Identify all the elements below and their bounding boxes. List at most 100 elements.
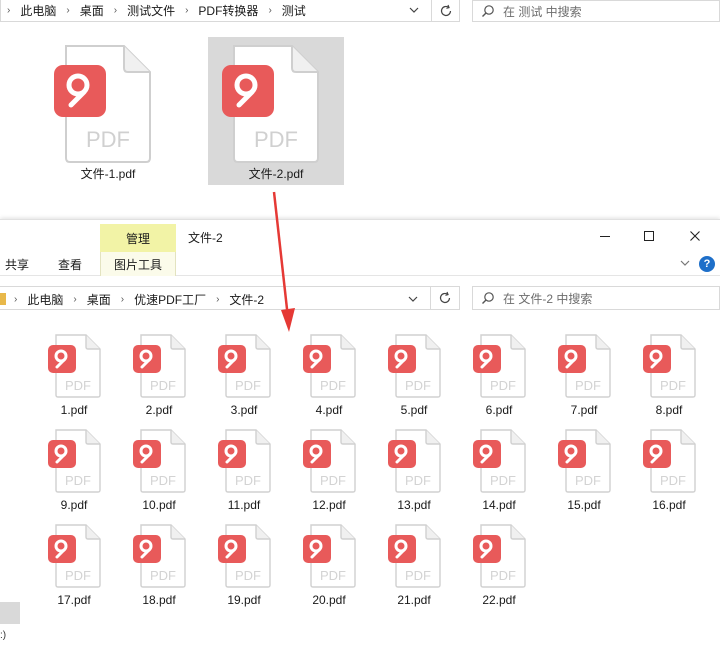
svg-text:PDF: PDF	[235, 568, 261, 583]
breadcrumb-item[interactable]: 桌面	[83, 291, 115, 308]
file-item[interactable]: PDF 17.pdf	[38, 523, 110, 609]
pdf-file-icon: PDF	[388, 334, 441, 398]
file-item[interactable]: PDF 11.pdf	[208, 428, 280, 514]
minimize-icon	[600, 236, 610, 237]
chevron-down-icon[interactable]	[403, 0, 425, 20]
file-name: 3.pdf	[230, 403, 258, 417]
breadcrumb-item[interactable]: 测试	[278, 2, 310, 19]
svg-text:PDF: PDF	[320, 568, 346, 583]
file-item[interactable]: PDF 22.pdf	[463, 523, 535, 609]
navigation-pane[interactable]: :)	[0, 320, 20, 645]
file-name: 9.pdf	[60, 498, 88, 512]
chevron-right-icon: ›	[113, 4, 118, 16]
pdf-file-icon: PDF	[303, 334, 356, 398]
refresh-button[interactable]	[430, 287, 458, 309]
breadcrumb: › 此电脑 › 桌面 › 优速PDF工厂 › 文件-2	[0, 289, 268, 309]
file-name: 1.pdf	[60, 403, 88, 417]
svg-text:PDF: PDF	[65, 378, 91, 393]
pdf-file-icon: PDF	[303, 524, 356, 588]
file-name: 文件-1.pdf	[80, 167, 136, 181]
breadcrumb-item[interactable]: 桌面	[76, 2, 108, 19]
address-bar[interactable]: › 此电脑 › 桌面 › 优速PDF工厂 › 文件-2	[0, 286, 460, 310]
file-item[interactable]: PDF 16.pdf	[633, 428, 705, 514]
search-input[interactable]: 在 测试 中搜索	[472, 0, 720, 22]
chevron-right-icon: ›	[216, 293, 220, 305]
tab-share[interactable]: 共享	[5, 256, 29, 273]
help-icon[interactable]: ?	[699, 256, 715, 272]
file-item[interactable]: PDF 文件-1.pdf	[40, 37, 176, 185]
file-item[interactable]: PDF 14.pdf	[463, 428, 535, 514]
file-name: 14.pdf	[482, 498, 516, 512]
chevron-down-icon[interactable]	[680, 258, 690, 269]
file-name: 19.pdf	[227, 593, 261, 607]
chevron-right-icon: ›	[268, 4, 272, 16]
breadcrumb-item[interactable]: 此电脑	[23, 291, 67, 308]
file-item[interactable]: PDF 3.pdf	[208, 333, 280, 419]
file-item[interactable]: PDF 13.pdf	[378, 428, 450, 514]
tab-picture-tools[interactable]: 图片工具	[100, 252, 176, 276]
pdf-file-icon: PDF	[133, 429, 186, 493]
title-bar[interactable]: 管理 文件-2	[0, 220, 720, 252]
navigation-item-selected[interactable]	[0, 602, 20, 624]
file-item[interactable]: PDF 6.pdf	[463, 333, 535, 419]
file-name: 8.pdf	[655, 403, 683, 417]
pdf-file-icon: PDF	[133, 334, 186, 398]
breadcrumb-item[interactable]: 此电脑	[16, 2, 60, 19]
file-item[interactable]: PDF 7.pdf	[548, 333, 620, 419]
pdf-file-icon: PDF	[218, 334, 271, 398]
file-name: 2.pdf	[145, 403, 173, 417]
file-item[interactable]: PDF 9.pdf	[38, 428, 110, 514]
svg-text:PDF: PDF	[405, 473, 431, 488]
breadcrumb-item[interactable]: 测试文件	[123, 2, 179, 19]
address-bar[interactable]: › 此电脑 › 桌面 › 测试文件 › PDF转换器 › 测试	[0, 0, 460, 22]
tab-manage[interactable]: 管理	[100, 224, 176, 252]
file-name: 20.pdf	[312, 593, 346, 607]
svg-text:PDF: PDF	[254, 127, 298, 152]
breadcrumb-item[interactable]: 优速PDF工厂	[130, 291, 210, 308]
svg-text:PDF: PDF	[490, 568, 516, 583]
pdf-file-icon: PDF	[643, 429, 696, 493]
search-placeholder: 在 文件-2 中搜索	[503, 291, 593, 306]
breadcrumb-item[interactable]: 文件-2	[225, 291, 268, 308]
svg-text:PDF: PDF	[150, 473, 176, 488]
file-item[interactable]: PDF 15.pdf	[548, 428, 620, 514]
file-item-selected[interactable]: PDF 文件-2.pdf	[208, 37, 344, 185]
pdf-file-icon: PDF	[218, 524, 271, 588]
file-item[interactable]: PDF 1.pdf	[38, 333, 110, 419]
maximize-icon	[644, 231, 654, 241]
navigation-item-label: :)	[0, 630, 7, 641]
top-explorer-window: › 此电脑 › 桌面 › 测试文件 › PDF转换器 › 测试 在 测试 中搜索	[0, 0, 720, 220]
file-item[interactable]: PDF 20.pdf	[293, 523, 365, 609]
search-input[interactable]: 在 文件-2 中搜索	[472, 286, 720, 310]
close-button[interactable]	[672, 220, 718, 252]
tab-view[interactable]: 查看	[58, 256, 82, 273]
file-item[interactable]: PDF 12.pdf	[293, 428, 365, 514]
file-item[interactable]: PDF 21.pdf	[378, 523, 450, 609]
file-item[interactable]: PDF 5.pdf	[378, 333, 450, 419]
file-item[interactable]: PDF 18.pdf	[123, 523, 195, 609]
svg-text:PDF: PDF	[320, 378, 346, 393]
pdf-file-icon: PDF	[388, 524, 441, 588]
pdf-file-icon: PDF	[473, 429, 526, 493]
file-item[interactable]: PDF 4.pdf	[293, 333, 365, 419]
file-item[interactable]: PDF 19.pdf	[208, 523, 280, 609]
file-item[interactable]: PDF 8.pdf	[633, 333, 705, 419]
file-name: 文件-2.pdf	[248, 167, 304, 181]
breadcrumb-item[interactable]: PDF转换器	[194, 2, 262, 19]
search-icon	[473, 291, 503, 305]
chevron-down-icon[interactable]	[402, 289, 424, 309]
file-item[interactable]: PDF 10.pdf	[123, 428, 195, 514]
minimize-button[interactable]	[582, 220, 628, 252]
maximize-button[interactable]	[626, 220, 672, 252]
svg-text:PDF: PDF	[86, 127, 130, 152]
folder-icon	[0, 293, 6, 305]
file-item[interactable]: PDF 2.pdf	[123, 333, 195, 419]
svg-text:PDF: PDF	[65, 568, 91, 583]
pdf-file-icon: PDF	[54, 45, 151, 163]
file-name: 5.pdf	[400, 403, 428, 417]
bottom-explorer-window: 管理 文件-2 共享 查看 图片工具 ? › 此电脑 › 桌面 › 优速PDF工…	[0, 219, 720, 645]
refresh-button[interactable]	[431, 0, 459, 22]
svg-text:PDF: PDF	[490, 473, 516, 488]
svg-text:PDF: PDF	[575, 473, 601, 488]
file-name: 7.pdf	[570, 403, 598, 417]
